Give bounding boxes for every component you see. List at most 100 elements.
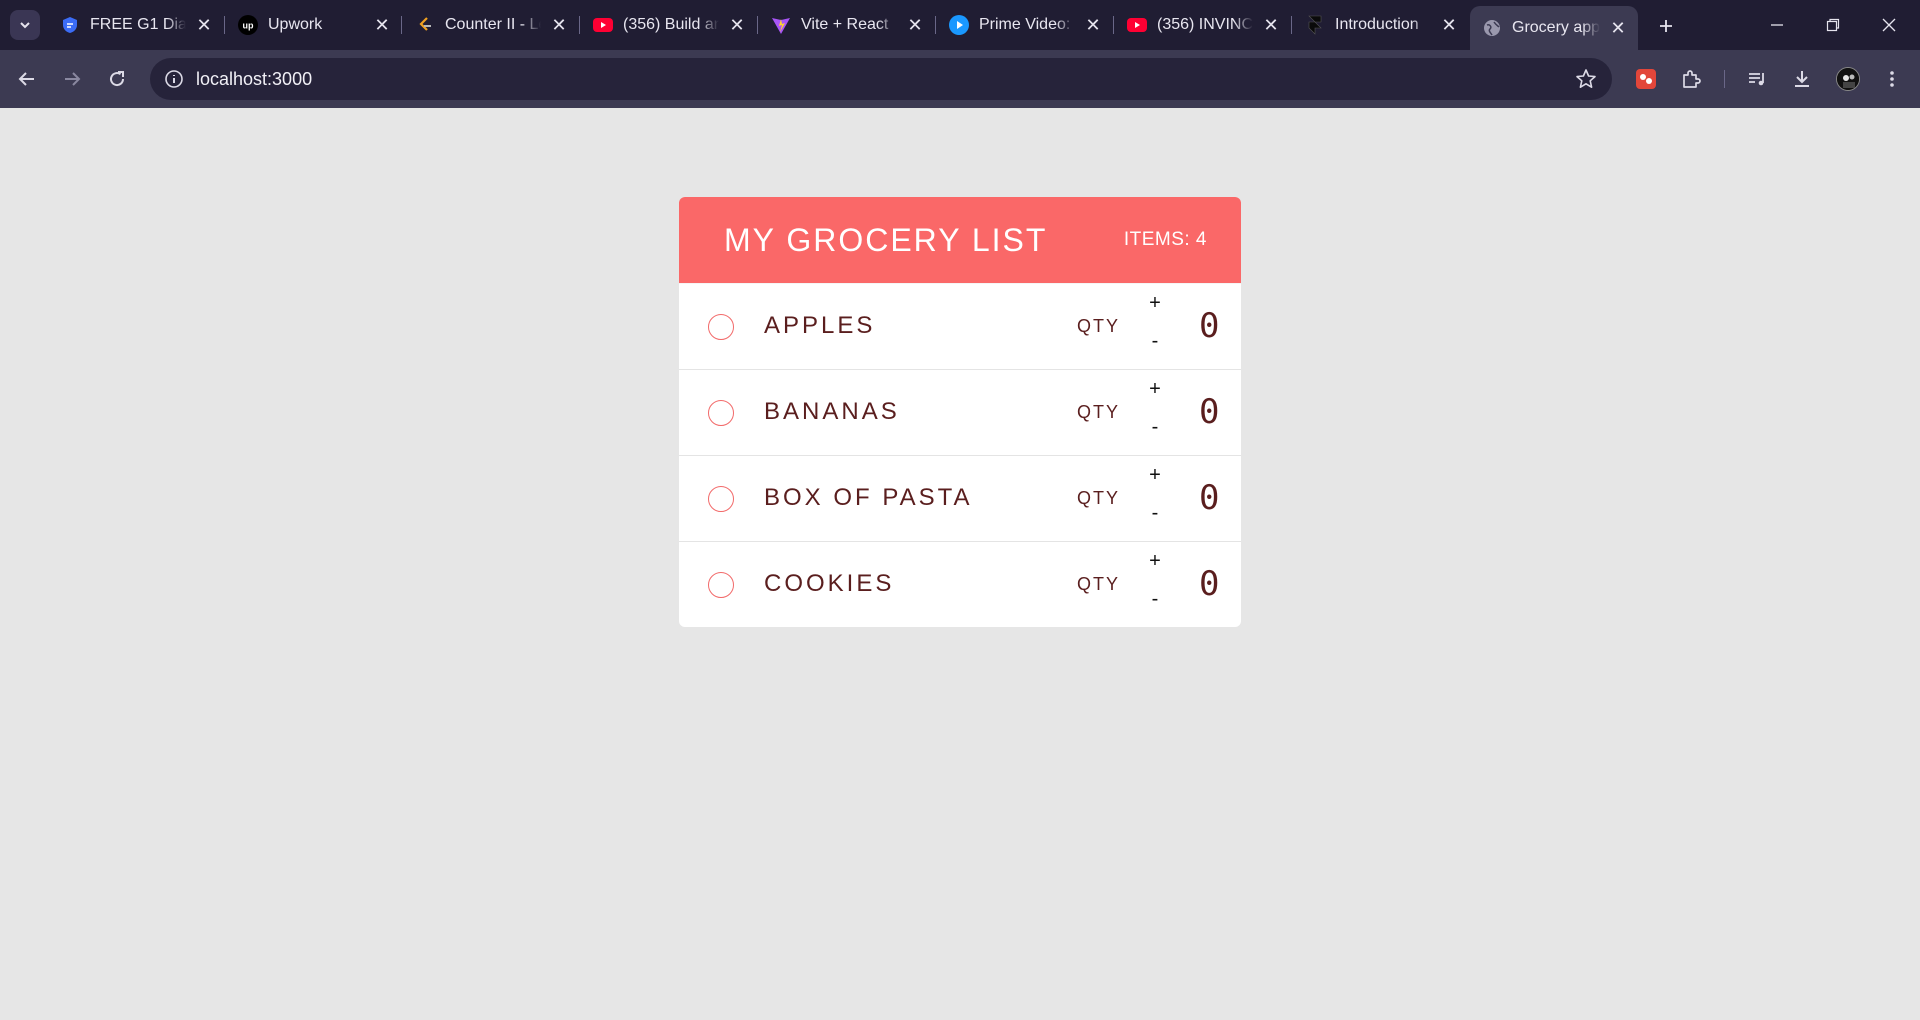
vite-icon xyxy=(771,15,791,35)
qty-label: QTY xyxy=(1077,316,1121,336)
page-title: MY GROCERY LIST xyxy=(724,221,1048,258)
close-icon[interactable]: ✕ xyxy=(1261,15,1281,35)
decrease-qty-button[interactable]: - xyxy=(1144,502,1166,524)
tab-separator xyxy=(401,16,402,34)
forward-button[interactable] xyxy=(56,63,88,95)
media-controls-button[interactable] xyxy=(1741,63,1773,95)
tab-separator xyxy=(757,16,758,34)
framer-icon xyxy=(1305,15,1325,35)
extension-app-icon xyxy=(1636,69,1656,89)
tab-separator xyxy=(579,16,580,34)
minimize-icon xyxy=(1771,24,1783,26)
more-vertical-icon xyxy=(1890,71,1894,87)
star-icon[interactable] xyxy=(1570,63,1602,95)
tab-title: (356) INVINCIBLE xyxy=(1157,16,1253,33)
increase-qty-button[interactable]: + xyxy=(1144,550,1166,572)
restore-icon xyxy=(1826,18,1840,32)
media-queue-icon xyxy=(1749,73,1764,86)
restore-button[interactable] xyxy=(1810,8,1856,42)
browser-tab[interactable]: Counter II - LeetCode ✕ xyxy=(403,7,579,43)
browser-tab[interactable]: FREE G1 Diagnostic ✕ xyxy=(48,7,224,43)
tab-title: Grocery app xyxy=(1512,19,1600,36)
new-tab-button[interactable] xyxy=(1652,12,1680,40)
decrease-qty-button[interactable]: - xyxy=(1144,330,1166,352)
close-icon[interactable]: ✕ xyxy=(727,15,747,35)
item-name: BOX OF PASTA xyxy=(764,484,973,511)
minimize-button[interactable] xyxy=(1754,8,1800,42)
close-icon[interactable]: ✕ xyxy=(549,15,569,35)
tab-separator xyxy=(1291,16,1292,34)
qty-value: 0 xyxy=(1199,564,1220,604)
browser-tabstrip: FREE G1 Diagnostic ✕ up Upwork ✕ Counter… xyxy=(0,0,1920,50)
reload-button[interactable] xyxy=(101,63,133,95)
item-name: APPLES xyxy=(764,312,876,339)
youtube-icon xyxy=(593,15,613,35)
item-checkbox[interactable] xyxy=(708,314,734,340)
chevron-down-icon xyxy=(20,22,30,29)
site-info-icon[interactable] xyxy=(162,67,186,91)
grocery-list-header: MY GROCERY LIST ITEMS: 4 xyxy=(679,197,1241,283)
menu-button[interactable] xyxy=(1876,63,1908,95)
close-icon[interactable]: ✕ xyxy=(1439,15,1459,35)
upwork-icon: up xyxy=(238,15,258,35)
close-icon[interactable]: ✕ xyxy=(1083,15,1103,35)
shield-icon xyxy=(60,15,80,35)
item-checkbox[interactable] xyxy=(708,486,734,512)
plus-icon xyxy=(1660,20,1672,32)
tab-title: Introduction xyxy=(1335,16,1419,33)
url-text[interactable]: localhost:3000 xyxy=(196,69,1570,90)
close-icon[interactable]: ✕ xyxy=(372,15,392,35)
back-button[interactable] xyxy=(11,63,43,95)
download-icon xyxy=(1795,71,1809,87)
svg-text:up: up xyxy=(243,21,254,31)
item-name: BANANAS xyxy=(764,398,900,425)
browser-tab-active[interactable]: Grocery app ✕ xyxy=(1470,6,1638,50)
puzzle-icon xyxy=(1683,70,1701,88)
tab-separator xyxy=(224,16,225,34)
arrow-left-icon xyxy=(18,72,34,86)
page-viewport: MY GROCERY LIST ITEMS: 4 APPLES QTY + - … xyxy=(0,108,1920,1020)
reload-icon xyxy=(110,71,125,87)
avatar[interactable] xyxy=(1836,67,1860,91)
toolbar-divider xyxy=(1724,70,1725,88)
close-icon[interactable]: ✕ xyxy=(194,15,214,35)
extension-button[interactable] xyxy=(1630,63,1662,95)
browser-tab[interactable]: (356) INVINCIBLE ✕ xyxy=(1115,7,1291,43)
downloads-button[interactable] xyxy=(1786,63,1818,95)
tab-search-button[interactable] xyxy=(10,10,40,40)
tab-title: FREE G1 Diagnostic xyxy=(90,16,186,33)
close-icon[interactable]: ✕ xyxy=(905,15,925,35)
qty-label: QTY xyxy=(1077,402,1121,422)
items-count: ITEMS: 4 xyxy=(1123,229,1207,250)
item-checkbox[interactable] xyxy=(708,400,734,426)
close-icon[interactable]: ✕ xyxy=(1608,18,1628,38)
grocery-list-card: MY GROCERY LIST ITEMS: 4 APPLES QTY + - … xyxy=(679,197,1241,627)
globe-icon xyxy=(1482,18,1502,38)
decrease-qty-button[interactable]: - xyxy=(1144,416,1166,438)
list-item: BANANAS QTY + - 0 xyxy=(679,369,1241,455)
arrow-right-icon xyxy=(65,72,81,86)
decrease-qty-button[interactable]: - xyxy=(1144,588,1166,610)
tab-title: Counter II - LeetCode xyxy=(445,16,541,33)
increase-qty-button[interactable]: + xyxy=(1144,378,1166,400)
browser-tab[interactable]: Prime Video: Invincible ✕ xyxy=(937,7,1113,43)
list-item: APPLES QTY + - 0 xyxy=(679,283,1241,369)
tab-title: Prime Video: Invincible xyxy=(979,16,1075,33)
close-window-button[interactable] xyxy=(1866,8,1912,42)
increase-qty-button[interactable]: + xyxy=(1144,292,1166,314)
qty-label: QTY xyxy=(1077,488,1121,508)
extensions-button[interactable] xyxy=(1675,63,1707,95)
browser-tab[interactable]: up Upwork ✕ xyxy=(226,7,402,43)
browser-tab[interactable]: (356) Build an app ✕ xyxy=(581,7,757,43)
grocery-items: APPLES QTY + - 0 BANANAS QTY + - 0 BOX O… xyxy=(679,283,1241,627)
tab-title: Upwork xyxy=(268,16,323,33)
qty-value: 0 xyxy=(1199,478,1220,518)
browser-tab[interactable]: Vite + React ✕ xyxy=(759,7,935,43)
address-bar[interactable]: localhost:3000 xyxy=(150,58,1612,100)
tab-separator xyxy=(1113,16,1114,34)
qty-value: 0 xyxy=(1199,392,1220,432)
prime-video-icon xyxy=(949,15,969,35)
browser-tab[interactable]: Introduction ✕ xyxy=(1293,7,1469,43)
increase-qty-button[interactable]: + xyxy=(1144,464,1166,486)
item-checkbox[interactable] xyxy=(708,572,734,598)
